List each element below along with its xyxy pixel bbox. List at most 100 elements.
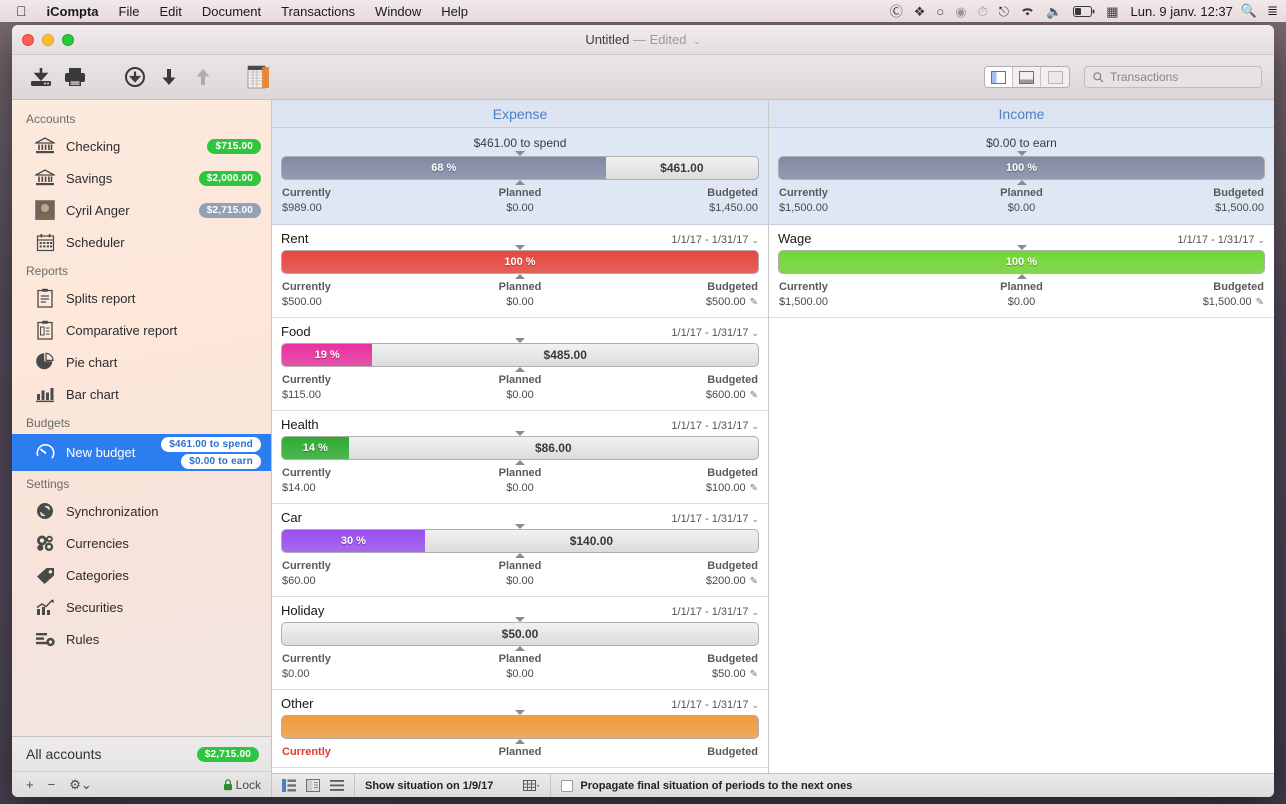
- sidebar-item-comparative-report[interactable]: Comparative report: [12, 314, 271, 346]
- menu-item-window[interactable]: Window: [365, 4, 431, 19]
- income-summary-progress-bar[interactable]: 100 %: [778, 156, 1265, 180]
- chevron-down-icon[interactable]: ⌄: [751, 514, 759, 524]
- plus-icon[interactable]: +: [26, 777, 34, 792]
- budget-row-period[interactable]: 1/1/17 - 1/31/17⌄: [671, 606, 759, 618]
- menu-clock[interactable]: Lun. 9 janv. 12:37: [1123, 4, 1241, 19]
- print-button[interactable]: [58, 62, 92, 92]
- view-mode-segmented-control[interactable]: [984, 66, 1070, 88]
- all-accounts-row[interactable]: All accounts $2,715.00: [12, 737, 271, 771]
- minus-icon[interactable]: −: [48, 777, 56, 792]
- split-view-button[interactable]: [1013, 67, 1041, 87]
- sidebar-item-rules[interactable]: Rules: [12, 623, 271, 655]
- budget-row-period[interactable]: 1/1/17 - 1/31/17⌄: [1177, 234, 1265, 246]
- budget-row-progress-bar[interactable]: [281, 715, 759, 739]
- apple-logo-icon[interactable]: : [16, 4, 27, 18]
- edit-pencil-icon[interactable]: ✎: [750, 390, 758, 401]
- menu-item-document[interactable]: Document: [192, 4, 271, 19]
- sidebar-item-splits-report[interactable]: Splits report: [12, 282, 271, 314]
- chevron-down-icon[interactable]: ⌄: [751, 700, 759, 710]
- budget-row[interactable]: Car1/1/17 - 1/31/17⌄30 %$140.00Currently…: [272, 504, 768, 597]
- chevron-down-icon[interactable]: ⌄: [693, 36, 701, 46]
- budget-row[interactable]: Rent1/1/17 - 1/31/17⌄100 %Currently$500.…: [272, 225, 768, 318]
- menu-item-icompta[interactable]: iCompta: [37, 4, 109, 19]
- spotlight-search-icon[interactable]: 🔍: [1241, 3, 1257, 19]
- sidebar-item-new-budget[interactable]: New budget $461.00 to spend $0.00 to ear…: [12, 434, 271, 471]
- chevron-down-icon[interactable]: ⌄: [751, 607, 759, 617]
- grid-dropdown-icon[interactable]: [523, 780, 540, 792]
- budget-row-progress-bar[interactable]: 100 %: [778, 250, 1265, 274]
- menu-item-transactions[interactable]: Transactions: [271, 4, 365, 19]
- budget-row-progress-bar[interactable]: 14 %$86.00: [281, 436, 759, 460]
- budget-row-progress-bar[interactable]: $50.00: [281, 622, 759, 646]
- sidebar-item-scheduler[interactable]: Scheduler: [12, 226, 271, 258]
- search-input[interactable]: Transactions: [1084, 66, 1262, 88]
- menu-item-file[interactable]: File: [109, 4, 150, 19]
- sidebar-item-pie-chart[interactable]: Pie chart: [12, 346, 271, 378]
- cd-icon[interactable]: ◉: [955, 5, 966, 18]
- zoom-button[interactable]: [62, 34, 74, 46]
- wifi-icon[interactable]: [1020, 6, 1035, 17]
- edit-pencil-icon[interactable]: ✎: [1256, 297, 1264, 308]
- edit-pencil-icon[interactable]: ✎: [750, 483, 758, 494]
- sidebar-item-cyril-anger[interactable]: Cyril Anger $2,715.00: [12, 194, 271, 226]
- edit-pencil-icon[interactable]: ✎: [750, 669, 758, 680]
- battery-icon[interactable]: [1073, 6, 1095, 17]
- budget-row-period[interactable]: 1/1/17 - 1/31/17⌄: [671, 234, 759, 246]
- full-view-button[interactable]: [1041, 67, 1069, 87]
- minimize-button[interactable]: [42, 34, 54, 46]
- budget-row-period[interactable]: 1/1/17 - 1/31/17⌄: [671, 327, 759, 339]
- expense-summary-progress-bar[interactable]: 68 % $461.00: [281, 156, 759, 180]
- send-button[interactable]: [186, 62, 220, 92]
- notification-center-icon[interactable]: ≣: [1257, 3, 1278, 19]
- list-detail-icon[interactable]: [282, 779, 296, 792]
- budget-row-progress-bar[interactable]: 19 %$485.00: [281, 343, 759, 367]
- evernote-icon[interactable]: Ⓒ: [890, 5, 903, 18]
- budget-row[interactable]: Health1/1/17 - 1/31/17⌄14 %$86.00Current…: [272, 411, 768, 504]
- budget-row[interactable]: Food1/1/17 - 1/31/17⌄19 %$485.00Currentl…: [272, 318, 768, 411]
- moon-icon[interactable]: ○: [936, 5, 944, 18]
- budget-row-period[interactable]: 1/1/17 - 1/31/17⌄: [671, 420, 759, 432]
- bluetooth-icon[interactable]: ⎋: [999, 5, 1009, 18]
- budget-row-period[interactable]: 1/1/17 - 1/31/17⌄: [671, 513, 759, 525]
- budget-row-period[interactable]: 1/1/17 - 1/31/17⌄: [671, 699, 759, 711]
- propagate-control[interactable]: Propagate final situation of periods to …: [551, 774, 862, 797]
- chevron-down-icon[interactable]: ⌄: [1257, 235, 1265, 245]
- sidebar-view-button[interactable]: [985, 67, 1013, 87]
- menu-item-edit[interactable]: Edit: [149, 4, 191, 19]
- chevron-down-icon[interactable]: ⌄: [751, 421, 759, 431]
- split-pane-icon[interactable]: [306, 779, 320, 792]
- budget-row-progress-bar[interactable]: 30 %$140.00: [281, 529, 759, 553]
- chevron-down-icon[interactable]: ⌄: [751, 235, 759, 245]
- sidebar-item-categories[interactable]: Categories: [12, 559, 271, 591]
- sidebar-item-savings[interactable]: Savings $2,000.00: [12, 162, 271, 194]
- input-source-icon[interactable]: ▦: [1106, 5, 1118, 18]
- document-button[interactable]: [246, 62, 272, 92]
- situation-control[interactable]: Show situation on 1/9/17: [355, 774, 551, 797]
- sidebar-item-securities[interactable]: Securities: [12, 591, 271, 623]
- menu-item-help[interactable]: Help: [431, 4, 478, 19]
- sidebar-item-currencies[interactable]: Currencies: [12, 527, 271, 559]
- close-button[interactable]: [22, 34, 34, 46]
- receive-button[interactable]: [152, 62, 186, 92]
- download-circle-button[interactable]: [118, 62, 152, 92]
- propagate-checkbox[interactable]: [561, 780, 573, 792]
- budget-row[interactable]: Other1/1/17 - 1/31/17⌄CurrentlyPlannedBu…: [272, 690, 768, 768]
- chevron-down-icon[interactable]: ⌄: [751, 328, 759, 338]
- volume-icon[interactable]: 🔈: [1046, 5, 1062, 18]
- gear-icon[interactable]: ⚙⌄: [69, 777, 92, 793]
- hamburger-list-icon[interactable]: [330, 780, 344, 791]
- progress-fill: 100 %: [282, 251, 758, 273]
- timemachine-icon[interactable]: ⏱: [978, 5, 988, 18]
- sidebar-item-bar-chart[interactable]: Bar chart: [12, 378, 271, 410]
- edit-pencil-icon[interactable]: ✎: [750, 576, 758, 587]
- import-button[interactable]: [24, 62, 58, 92]
- budget-row-progress-bar[interactable]: 100 %: [281, 250, 759, 274]
- stat-value: $500.00✎: [599, 295, 758, 310]
- dropbox-icon[interactable]: ❖: [914, 5, 926, 18]
- edit-pencil-icon[interactable]: ✎: [750, 297, 758, 308]
- budget-row[interactable]: Wage1/1/17 - 1/31/17⌄100 %Currently$1,50…: [769, 225, 1274, 318]
- budget-row[interactable]: Holiday1/1/17 - 1/31/17⌄$50.00Currently$…: [272, 597, 768, 690]
- lock-button[interactable]: Lock: [223, 778, 261, 792]
- sidebar-item-synchronization[interactable]: Synchronization: [12, 495, 271, 527]
- sidebar-item-checking[interactable]: Checking $715.00: [12, 130, 271, 162]
